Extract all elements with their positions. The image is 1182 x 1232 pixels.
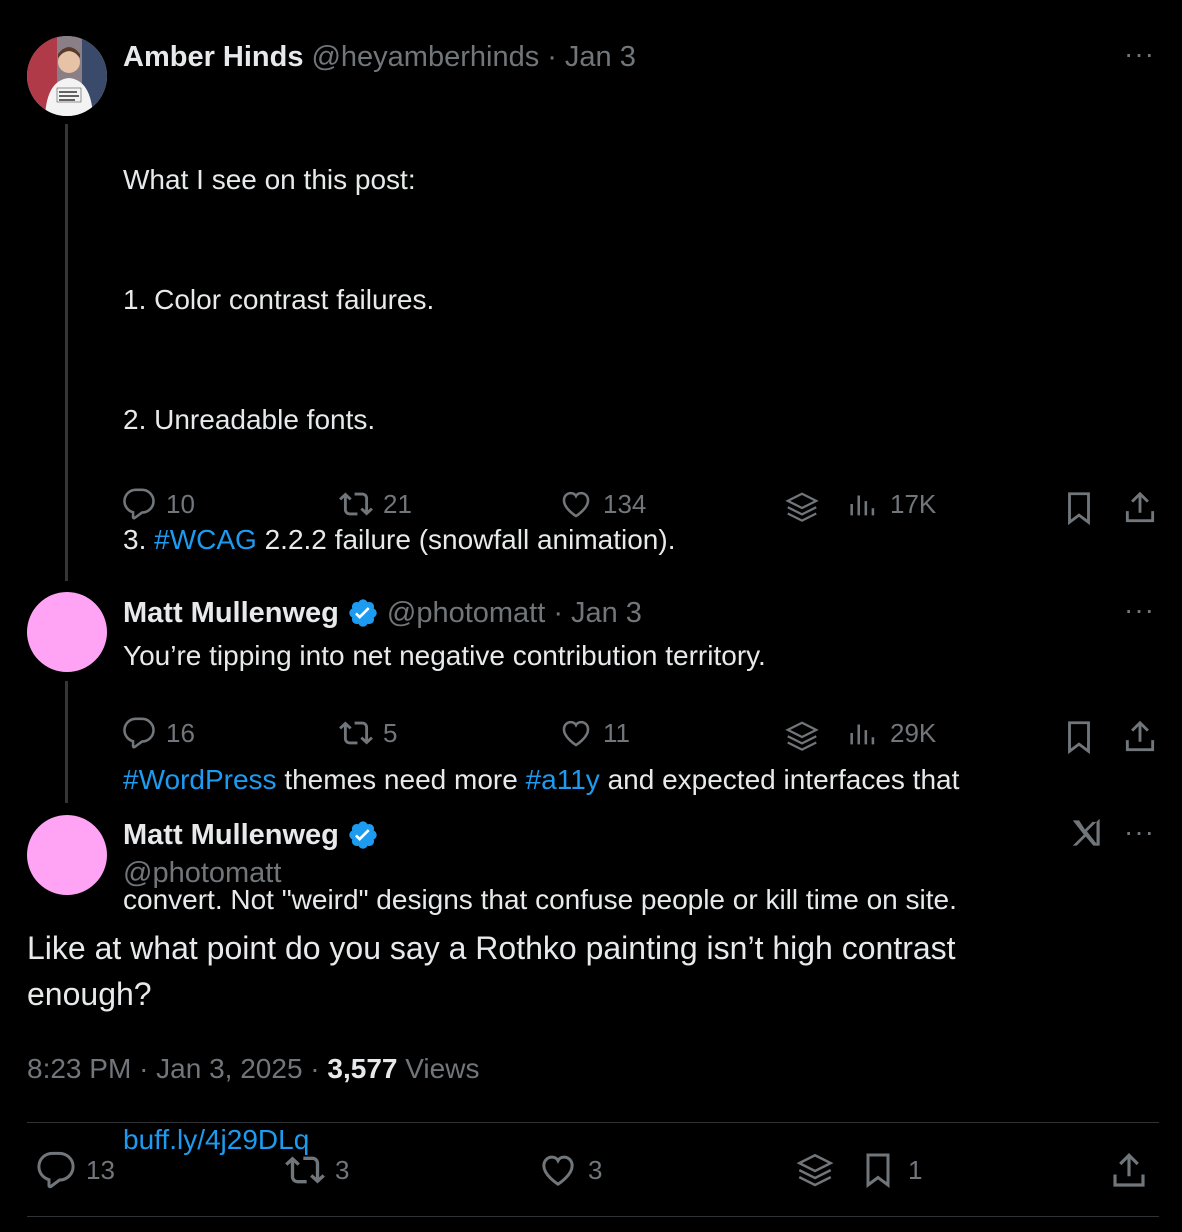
text-fragment: 3.: [123, 524, 155, 555]
grok-icon[interactable]: [1068, 814, 1106, 852]
like-count: 134: [603, 488, 647, 519]
verified-badge-icon: [347, 819, 379, 851]
separator: ·: [310, 1053, 320, 1084]
bookmark-icon[interactable]: [1060, 718, 1098, 756]
separator: ·: [553, 596, 563, 629]
analytics-icon: [846, 716, 880, 750]
tweet-meta: 8:23 PM · Jan 3, 2025 · 3,577 Views: [27, 1053, 479, 1085]
text-line: 2. Unreadable fonts.: [123, 404, 376, 435]
divider: [27, 1122, 1159, 1123]
verified-badge-icon: [347, 597, 379, 629]
repost-count: 5: [383, 717, 398, 748]
hashtag-link[interactable]: #WCAG: [154, 524, 257, 555]
views-button[interactable]: 17K: [846, 487, 936, 521]
bookmark-icon[interactable]: [1060, 489, 1098, 527]
reply-icon: [122, 716, 156, 750]
tweet-header: Amber Hinds @heyamberhinds · Jan 3: [123, 38, 636, 76]
hashtag-link[interactable]: #a11y: [526, 764, 600, 795]
repost-button[interactable]: 21: [339, 487, 412, 521]
author-name[interactable]: Matt Mullenweg: [123, 597, 339, 630]
author-handle[interactable]: @photomatt: [123, 857, 281, 890]
like-button[interactable]: 3: [538, 1150, 602, 1190]
author-handle[interactable]: @photomatt: [387, 597, 545, 630]
separator: ·: [139, 1053, 149, 1084]
url-link[interactable]: buff.ly/4j29DLq: [123, 1124, 309, 1155]
views-count: 29K: [890, 717, 937, 748]
tweet-text: You’re tipping into net negative contrib…: [123, 640, 766, 671]
share-icon[interactable]: [1121, 718, 1159, 756]
author-handle[interactable]: @heyamberhinds: [311, 41, 539, 74]
layers-icon[interactable]: [783, 489, 821, 527]
views-button[interactable]: 29K: [846, 716, 936, 750]
text-line: 3. #WCAG 2.2.2 failure (snowfall animati…: [123, 520, 1123, 560]
reply-count: 16: [166, 717, 195, 748]
repost-icon: [339, 487, 373, 521]
avatar[interactable]: [27, 592, 107, 672]
views-label: Views: [405, 1053, 480, 1084]
text-fragment: 2.2.2 failure (snowfall animation).: [256, 524, 676, 555]
tweet-header: Matt Mullenweg @photomatt · Jan 3: [123, 594, 642, 632]
repost-icon: [285, 1150, 325, 1190]
text-fragment: themes need more: [276, 764, 526, 795]
views-count: 3,577: [327, 1053, 398, 1084]
post-time[interactable]: 8:23 PM: [27, 1053, 131, 1084]
text-line: buff.ly/4j29DLq: [123, 1120, 1123, 1160]
layers-icon[interactable]: [783, 718, 821, 756]
like-button[interactable]: 134: [559, 487, 646, 521]
hashtag-link[interactable]: #WordPress: [123, 764, 277, 795]
reply-button[interactable]: 10: [122, 487, 195, 521]
like-count: 11: [603, 717, 630, 748]
separator: ·: [547, 40, 557, 73]
more-options-button[interactable]: ···: [1124, 38, 1155, 70]
text-line: #WordPress themes need more #a11y and ex…: [123, 760, 1123, 800]
reply-button[interactable]: 13: [36, 1150, 115, 1190]
thread-line: [65, 681, 68, 803]
post-date[interactable]: Jan 3: [565, 41, 636, 74]
more-options-button[interactable]: ···: [1124, 816, 1155, 848]
author-name[interactable]: Matt Mullenweg: [123, 819, 339, 852]
views-count: 17K: [890, 488, 937, 519]
more-options-button[interactable]: ···: [1124, 594, 1155, 626]
repost-count: 21: [383, 488, 412, 519]
bookmark-button[interactable]: 1: [858, 1150, 922, 1190]
reply-count: 10: [166, 488, 195, 519]
repost-icon: [339, 716, 373, 750]
post-date[interactable]: Jan 3, 2025: [156, 1053, 302, 1084]
heart-icon: [559, 487, 593, 521]
share-icon[interactable]: [1108, 1150, 1150, 1192]
bookmark-icon: [858, 1150, 898, 1190]
bookmark-count: 1: [908, 1154, 923, 1185]
text-line: What I see on this post:: [123, 164, 416, 195]
layers-icon[interactable]: [794, 1150, 836, 1192]
reply-icon: [122, 487, 156, 521]
heart-icon: [559, 716, 593, 750]
repost-button[interactable]: 5: [339, 716, 397, 750]
author-name-row: Matt Mullenweg: [123, 816, 379, 854]
text-fragment: and expected interfaces that: [599, 764, 960, 795]
avatar[interactable]: [27, 36, 107, 116]
main-tweet-text: Like at what point do you say a Rothko p…: [27, 930, 965, 1012]
like-count: 3: [588, 1154, 603, 1185]
share-icon[interactable]: [1121, 489, 1159, 527]
analytics-icon: [846, 487, 880, 521]
repost-count: 3: [335, 1154, 350, 1185]
text-line: 1. Color contrast failures.: [123, 284, 435, 315]
repost-button[interactable]: 3: [285, 1150, 349, 1190]
reply-button[interactable]: 16: [122, 716, 195, 750]
avatar[interactable]: [27, 815, 107, 895]
reply-icon: [36, 1150, 76, 1190]
thread-line: [65, 124, 68, 581]
post-date[interactable]: Jan 3: [571, 597, 642, 630]
reply-count: 13: [86, 1154, 115, 1185]
heart-icon: [538, 1150, 578, 1190]
author-name[interactable]: Amber Hinds: [123, 41, 303, 74]
divider: [27, 1216, 1159, 1217]
like-button[interactable]: 11: [559, 716, 630, 750]
